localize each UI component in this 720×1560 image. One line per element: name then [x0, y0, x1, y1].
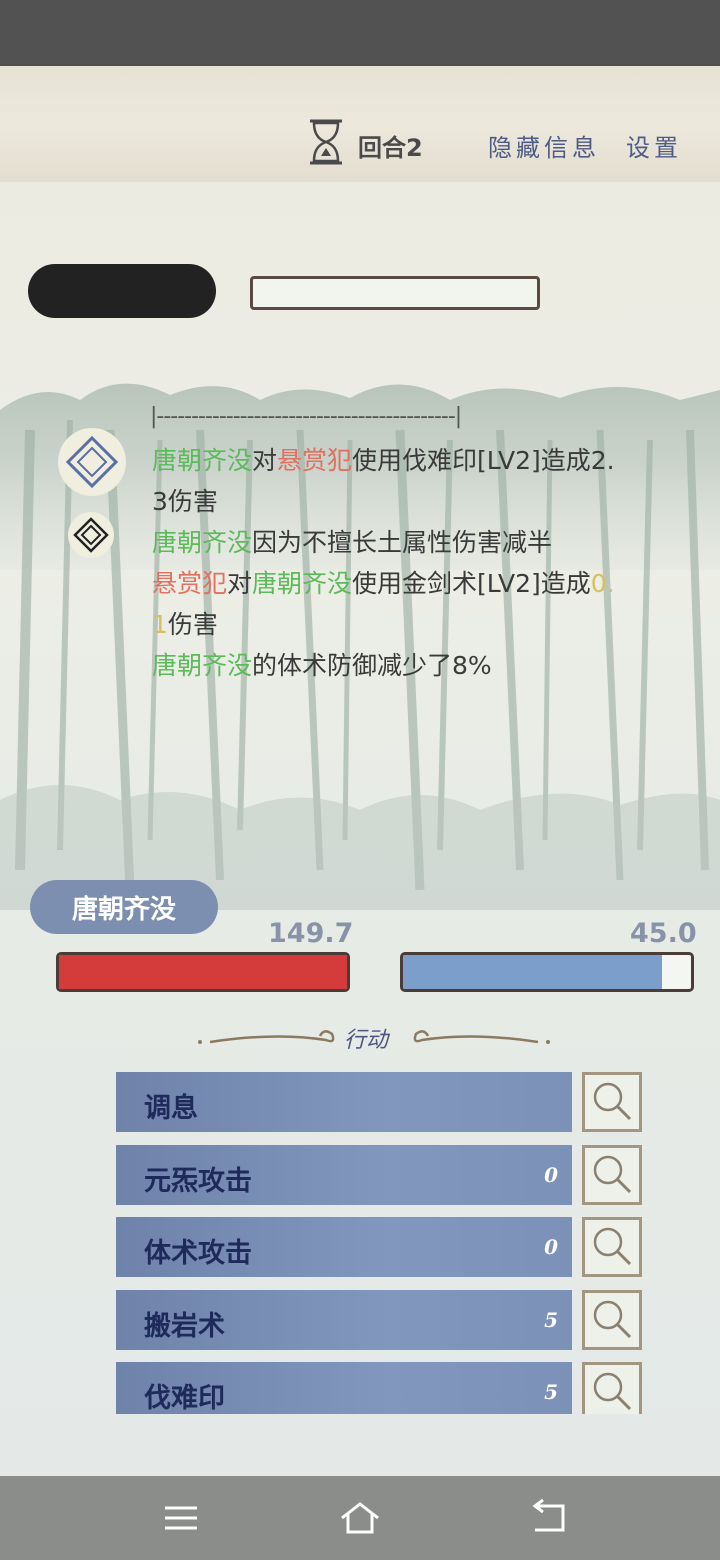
magnifier-icon — [593, 1227, 632, 1266]
log-segment: 0. — [590, 569, 615, 598]
log-skill-icon — [58, 428, 126, 496]
log-segment: 使用金剑术[LV2]造成 — [352, 569, 591, 598]
log-segment: 因为不擅长土属性伤害减半 — [252, 528, 553, 557]
action-label: 元炁攻击 — [144, 1165, 252, 1197]
action-button[interactable]: 元炁攻击 0 — [116, 1144, 572, 1205]
diamond-icon — [65, 435, 119, 489]
log-line: 3伤害 — [152, 481, 672, 522]
action-cost: 5 — [544, 1380, 558, 1404]
log-segment: 唐朝齐没 — [252, 569, 353, 598]
log-segment: 唐朝齐没 — [152, 528, 253, 557]
menu-icon[interactable] — [159, 1496, 203, 1540]
hp-bar-fill — [59, 955, 347, 989]
hp-value: 149.7 — [268, 918, 354, 949]
magnifier-icon — [593, 1300, 632, 1338]
log-segment: 的体术防御减少了8% — [252, 651, 492, 680]
log-skill-icon — [68, 512, 114, 558]
mp-value: 45.0 — [630, 918, 697, 949]
action-header: 行动 — [344, 1028, 389, 1053]
magnifier-icon — [593, 1372, 632, 1411]
action-button[interactable]: 搬岩术 5 — [116, 1289, 572, 1350]
mp-bar — [400, 952, 694, 992]
log-line: 唐朝齐没对悬赏犯使用伐难印[LV2]造成2. — [152, 440, 672, 481]
log-segment: 悬赏犯 — [277, 446, 353, 475]
magnifier-icon — [593, 1082, 632, 1121]
top-bar — [0, 66, 720, 182]
enemy-health-bar — [250, 276, 540, 310]
hide-info-button[interactable]: 隐藏信息 — [488, 128, 600, 163]
log-segment: 1 — [152, 610, 168, 639]
action-label: 调息 — [144, 1093, 198, 1124]
action-cost: 0 — [544, 1162, 558, 1187]
log-segment: 使用伐难印[LV2]造成2. — [352, 446, 615, 475]
log-segment: 3伤害 — [152, 487, 218, 516]
status-bar — [0, 0, 720, 66]
inspect-button[interactable] — [582, 1289, 642, 1350]
log-line: 悬赏犯对唐朝齐没使用金剑术[LV2]造成0. — [152, 563, 672, 604]
log-divider: |---------------------------------------… — [150, 404, 462, 429]
log-line: 1伤害 — [152, 604, 672, 645]
log-line: 唐朝齐没因为不擅长土属性伤害减半 — [152, 522, 672, 563]
inspect-button[interactable] — [582, 1217, 642, 1277]
log-line: 唐朝齐没的体术防御减少了8% — [152, 645, 672, 686]
enemy-name-plate — [28, 264, 216, 318]
inspect-button[interactable] — [582, 1144, 642, 1205]
home-icon[interactable] — [338, 1496, 382, 1540]
magnifier-icon — [593, 1155, 632, 1193]
inspect-button[interactable] — [582, 1362, 642, 1414]
round-label: 回合2 — [358, 134, 423, 162]
action-row: 伐难印 5 — [116, 1362, 644, 1414]
back-icon[interactable] — [527, 1496, 571, 1540]
log-segment: 唐朝齐没 — [152, 651, 253, 680]
action-row: 搬岩术 5 — [116, 1289, 644, 1350]
player-name-plate: 唐朝齐没 — [30, 880, 218, 934]
action-label: 体术攻击 — [144, 1238, 252, 1269]
action-list: 调息元炁攻击 0 体术攻击 0 搬岩术 5 伐难印 5 — [116, 1072, 644, 1414]
action-label: 伐难印 — [144, 1383, 225, 1414]
hp-bar — [56, 952, 350, 992]
action-label: 搬岩术 — [144, 1310, 225, 1342]
settings-button[interactable]: 设置 — [626, 128, 682, 163]
action-row: 调息 — [116, 1072, 644, 1132]
action-button[interactable]: 伐难印 5 — [116, 1362, 572, 1414]
hourglass-icon — [310, 119, 342, 165]
action-button[interactable]: 调息 — [116, 1072, 572, 1132]
action-button[interactable]: 体术攻击 0 — [116, 1217, 572, 1277]
mp-bar-fill — [403, 955, 663, 989]
action-row: 体术攻击 0 — [116, 1217, 644, 1277]
log-segment: 对 — [227, 569, 253, 598]
log-segment: 唐朝齐没 — [152, 446, 253, 475]
log-segment: 伤害 — [167, 610, 218, 639]
battle-log: 唐朝齐没对悬赏犯使用伐难印[LV2]造成2. 3伤害 唐朝齐没因为不擅长土属性伤害减… — [152, 440, 672, 686]
diamond-icon — [73, 517, 109, 553]
action-cost: 5 — [544, 1307, 558, 1332]
log-segment: 对 — [252, 446, 278, 475]
action-cost: 0 — [544, 1235, 558, 1259]
inspect-button[interactable] — [582, 1072, 642, 1132]
action-row: 元炁攻击 0 — [116, 1144, 644, 1205]
log-segment: 悬赏犯 — [152, 569, 228, 598]
